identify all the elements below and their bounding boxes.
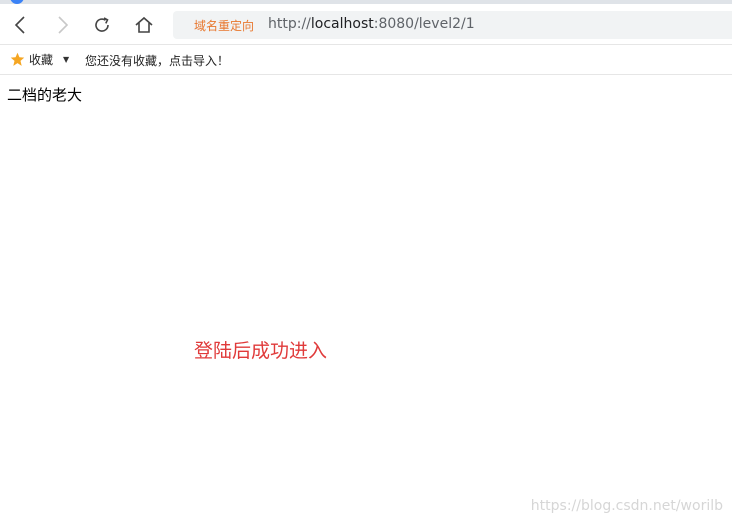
home-icon [135, 16, 153, 33]
home-button[interactable] [131, 12, 157, 38]
address-bar[interactable]: 域名重定向 http://localhost:8080/level2/1 [173, 11, 732, 39]
redirect-tag[interactable]: 域名重定向 [194, 17, 254, 34]
star-icon [10, 52, 25, 66]
reload-icon [95, 17, 109, 32]
login-success-message: 登陆后成功进入 [194, 340, 328, 362]
url-host: localhost [310, 16, 374, 32]
page-heading: 二档的老大 [7, 86, 83, 104]
browser-toolbar: 域名重定向 http://localhost:8080/level2/1 [0, 4, 732, 44]
favorites-menu-button[interactable]: 收藏 ▼ [10, 50, 69, 68]
chevron-left-icon [14, 16, 25, 34]
import-bookmarks-link[interactable]: 您还没有收藏，点击导入！ [85, 52, 229, 69]
url-path: :8080/level2/1 [373, 16, 475, 32]
back-button[interactable] [8, 12, 34, 38]
chevron-right-icon [58, 16, 69, 34]
forward-button[interactable] [49, 12, 75, 38]
watermark-text: https://blog.csdn.net/worilb [530, 498, 723, 514]
favorites-label: 收藏 [29, 52, 54, 67]
url-text[interactable]: http://localhost:8080/level2/1 [268, 16, 475, 32]
url-scheme: http:// [268, 16, 311, 32]
reload-button[interactable] [89, 12, 115, 38]
bookmarks-bar: 收藏 ▼ 您还没有收藏，点击导入！ [0, 44, 732, 75]
caret-down-icon: ▼ [63, 54, 70, 64]
